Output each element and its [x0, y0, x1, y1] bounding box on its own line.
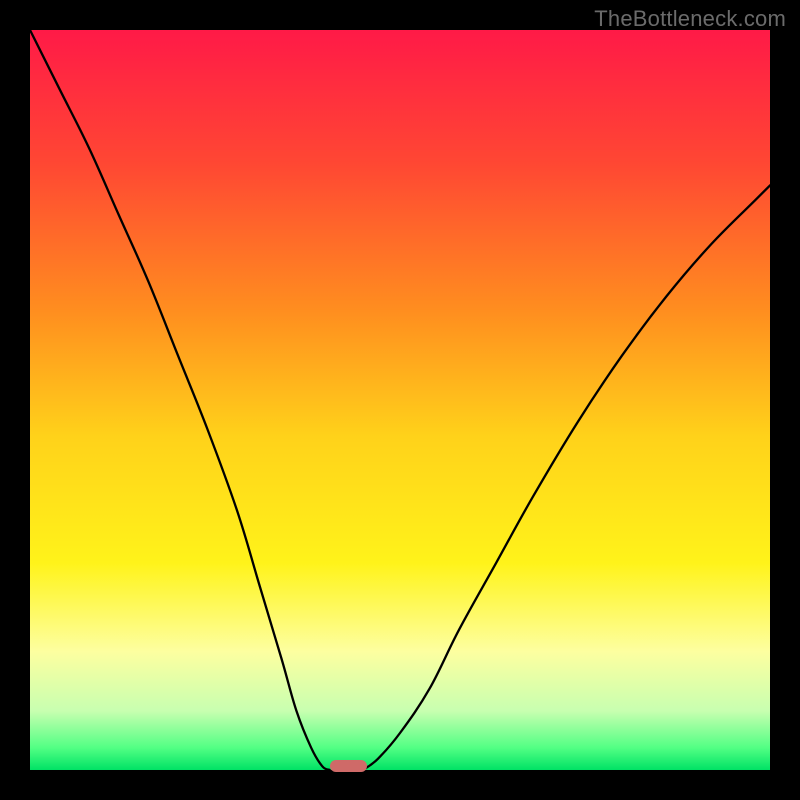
chart-frame: TheBottleneck.com: [0, 0, 800, 800]
curves-layer: [30, 30, 770, 770]
watermark-text: TheBottleneck.com: [594, 6, 786, 32]
series-left-curve: [30, 30, 330, 770]
bottleneck-marker: [330, 760, 367, 772]
series-right-curve: [363, 185, 770, 770]
